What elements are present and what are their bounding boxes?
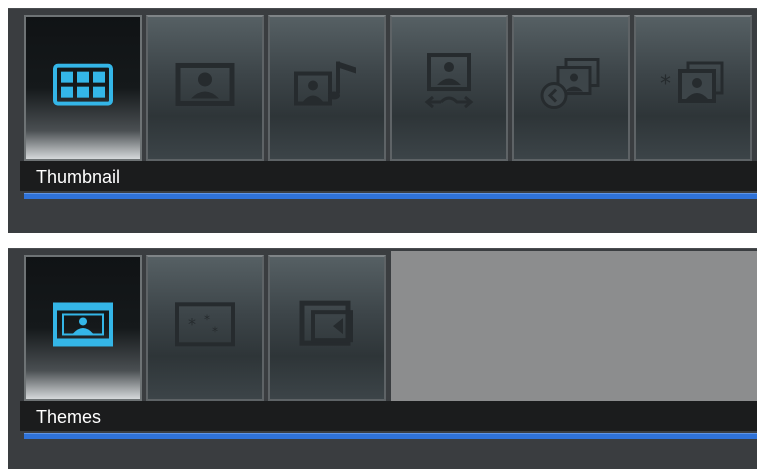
- menu-panel-thumbnail: * Thumbnail: [8, 8, 757, 233]
- empty-area: [391, 251, 757, 401]
- menu-item-frame-arrow[interactable]: [268, 255, 386, 401]
- selected-item-label: Thumbnail: [36, 167, 121, 187]
- svg-text:*: *: [212, 324, 218, 338]
- focus-indicator-bar: [24, 433, 757, 439]
- menu-item-slideshow-timer[interactable]: [512, 15, 630, 161]
- svg-text:*: *: [188, 314, 196, 333]
- menu-item-photo-transition[interactable]: [390, 15, 508, 161]
- menu-item-sparkle-theme[interactable]: * * *: [146, 255, 264, 401]
- photo-effect-icon: *: [660, 61, 724, 103]
- menu-item-photo[interactable]: [146, 15, 264, 161]
- selected-item-label-bar: Themes: [20, 401, 757, 431]
- menu-item-themes[interactable]: [24, 255, 142, 401]
- photo-frame-icon: [53, 302, 113, 347]
- photo-transition-icon: [424, 53, 474, 109]
- menu-item-thumbnail[interactable]: [24, 15, 142, 161]
- photo-icon: [175, 62, 235, 106]
- photo-music-icon: [294, 61, 356, 106]
- grid-thumbnail-icon: [53, 63, 113, 106]
- selected-item-label-bar: Thumbnail: [20, 161, 757, 191]
- svg-text:*: *: [660, 72, 671, 97]
- selected-item-label: Themes: [36, 407, 102, 427]
- svg-text:*: *: [204, 312, 210, 326]
- menu-panel-themes: * * * Themes: [8, 248, 757, 469]
- menu-item-photo-music[interactable]: [268, 15, 386, 161]
- sparkle-theme-icon: * * *: [175, 302, 235, 347]
- frame-arrow-icon: [299, 300, 353, 346]
- slideshow-timer-icon: [540, 58, 600, 110]
- focus-indicator-bar: [24, 193, 757, 199]
- menu-item-photo-effect[interactable]: *: [634, 15, 752, 161]
